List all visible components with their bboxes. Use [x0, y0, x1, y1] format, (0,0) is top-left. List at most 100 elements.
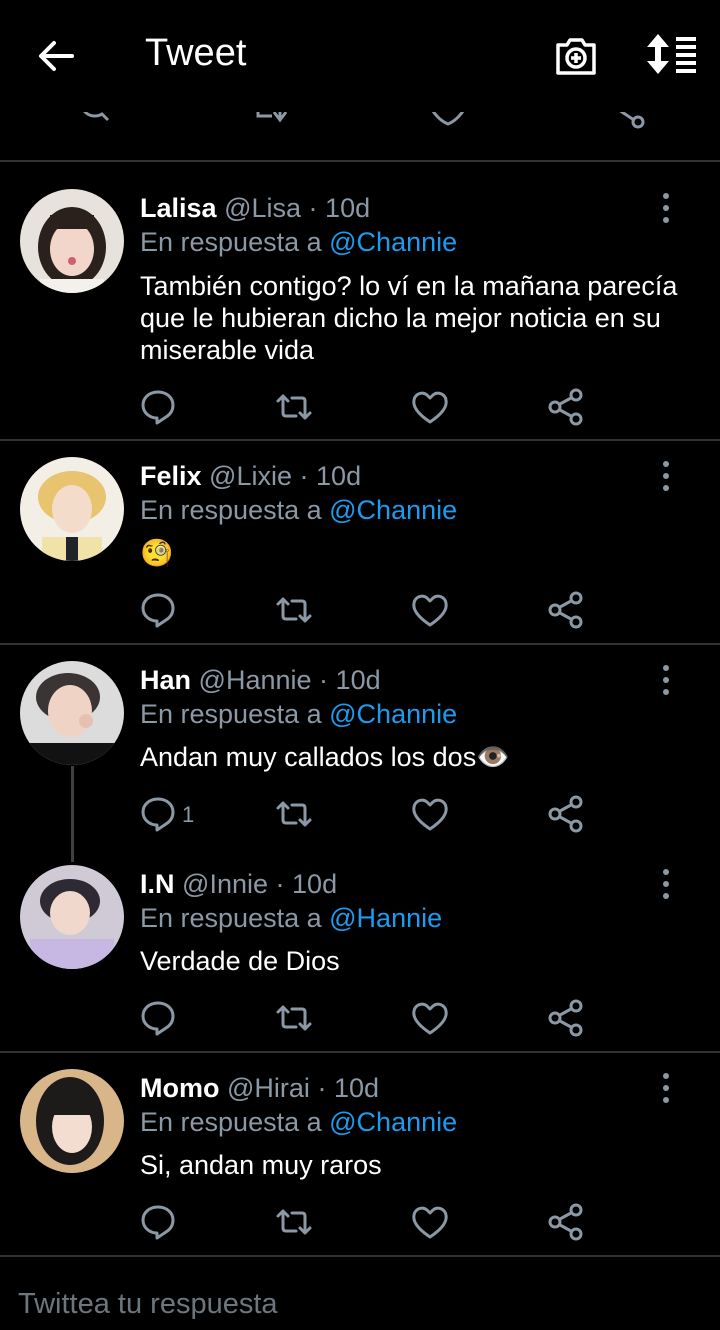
tweet-item[interactable]: Felix @Lixie · 10d En respuesta a @Chann… [0, 441, 720, 643]
avatar[interactable] [20, 457, 124, 561]
author-handle: @Lixie [209, 461, 292, 491]
share-button[interactable] [546, 590, 586, 630]
like-button[interactable] [410, 387, 450, 427]
author-name[interactable]: Felix [140, 461, 202, 491]
share-button[interactable] [546, 1202, 586, 1242]
like-icon [412, 391, 448, 424]
reply-context: En respuesta a @Channie [140, 227, 457, 258]
share-icon [548, 591, 583, 629]
mention-link[interactable]: @Hannie [329, 903, 442, 933]
reply-input[interactable]: Twittea tu respuesta [18, 1288, 278, 1321]
share-icon [548, 388, 583, 426]
more-vertical-icon [663, 869, 669, 899]
separator-dot: · [299, 461, 309, 491]
more-options-button[interactable] [652, 662, 680, 698]
reply-prefix: En respuesta a [140, 495, 322, 525]
more-options-button[interactable] [652, 1070, 680, 1106]
retweet-button[interactable] [274, 1202, 314, 1242]
like-button[interactable] [410, 590, 450, 630]
author-name[interactable]: I.N [140, 869, 175, 899]
tweet-item[interactable]: Lalisa @Lisa · 10d En respuesta a @Chann… [0, 162, 720, 439]
reply-button[interactable] [138, 998, 178, 1038]
reply-button[interactable] [138, 387, 178, 427]
retweet-icon [276, 1209, 312, 1235]
reply-icon [141, 1205, 175, 1240]
reply-count: 1 [182, 802, 195, 827]
camera-plus-icon [556, 38, 596, 75]
separator-dot: · [319, 665, 329, 695]
tweet-item[interactable]: I.N @Innie · 10d En respuesta a @Hannie … [0, 849, 720, 1051]
avatar[interactable] [20, 661, 124, 765]
like-button[interactable] [410, 1202, 450, 1242]
reply-prefix: En respuesta a [140, 903, 322, 933]
share-icon [548, 1203, 583, 1241]
tweet-item[interactable]: Momo @Hirai · 10d En respuesta a @Channi… [0, 1053, 720, 1255]
share-button[interactable] [546, 998, 586, 1038]
reply-icon [141, 390, 175, 425]
tweet-header: Han @Hannie · 10d [140, 665, 381, 696]
reply-prefix: En respuesta a [140, 227, 322, 257]
tweet-header: I.N @Innie · 10d [140, 869, 337, 900]
avatar[interactable] [20, 865, 124, 969]
tweet-text: También contigo? lo ví en la mañana pare… [140, 271, 678, 365]
author-handle: @Lisa [224, 193, 302, 223]
mention-link[interactable]: @Channie [329, 495, 457, 525]
retweet-button[interactable] [274, 387, 314, 427]
mention-link[interactable]: @Channie [329, 699, 457, 729]
like-icon [412, 1206, 448, 1239]
like-icon [412, 594, 448, 627]
reply-context: En respuesta a @Channie [140, 699, 457, 730]
author-name[interactable]: Han [140, 665, 191, 695]
more-options-button[interactable] [652, 190, 680, 226]
like-icon [412, 798, 448, 831]
like-button[interactable] [410, 794, 450, 834]
retweet-button[interactable] [274, 590, 314, 630]
reply-button[interactable] [138, 590, 178, 630]
author-name[interactable]: Lalisa [140, 193, 217, 223]
reply-button[interactable] [138, 1202, 178, 1242]
sort-button[interactable] [644, 32, 700, 76]
mention-link[interactable]: @Channie [329, 1107, 457, 1137]
reply-prefix: En respuesta a [140, 1107, 322, 1137]
reply-button[interactable] [138, 794, 178, 834]
timestamp: 10d [333, 1073, 380, 1103]
like-icon [412, 1002, 448, 1035]
mention-link[interactable]: @Channie [329, 227, 457, 257]
avatar[interactable] [20, 189, 124, 293]
separator-dot: · [275, 869, 285, 899]
share-button[interactable] [546, 794, 586, 834]
more-vertical-icon [663, 665, 669, 695]
timestamp: 10d [316, 461, 362, 491]
tweet-text: Andan muy callados los dos👁️ [140, 742, 510, 772]
tweet-text: Verdade de Dios [140, 946, 340, 976]
like-button[interactable] [410, 998, 450, 1038]
reply-context: En respuesta a @Hannie [140, 903, 442, 934]
page-title: Tweet [145, 32, 247, 74]
tweet-text: 🧐 [140, 538, 174, 568]
tweet-header: Momo @Hirai · 10d [140, 1073, 379, 1104]
tweet-text: Si, andan muy raros [140, 1150, 382, 1180]
avatar[interactable] [20, 1069, 124, 1173]
top-bar: Tweet [0, 0, 720, 112]
retweet-icon [276, 1005, 312, 1031]
share-icon [548, 795, 583, 833]
author-handle: @Innie [182, 869, 268, 899]
tweet-header: Lalisa @Lisa · 10d [140, 193, 370, 224]
divider [0, 1255, 720, 1257]
retweet-icon [276, 801, 312, 827]
reply-icon [141, 797, 175, 832]
more-options-button[interactable] [652, 458, 680, 494]
more-options-button[interactable] [652, 866, 680, 902]
separator-dot: · [308, 193, 318, 223]
share-button[interactable] [546, 387, 586, 427]
tweet-item[interactable]: Han @Hannie · 10d En respuesta a @Channi… [0, 645, 720, 849]
reply-icon [141, 593, 175, 628]
back-button[interactable] [34, 34, 78, 78]
retweet-button[interactable] [274, 794, 314, 834]
author-name[interactable]: Momo [140, 1073, 219, 1103]
reply-context: En respuesta a @Channie [140, 495, 457, 526]
camera-button[interactable] [552, 32, 600, 80]
retweet-button[interactable] [274, 998, 314, 1038]
share-icon [548, 999, 583, 1037]
sort-icon [647, 34, 696, 74]
